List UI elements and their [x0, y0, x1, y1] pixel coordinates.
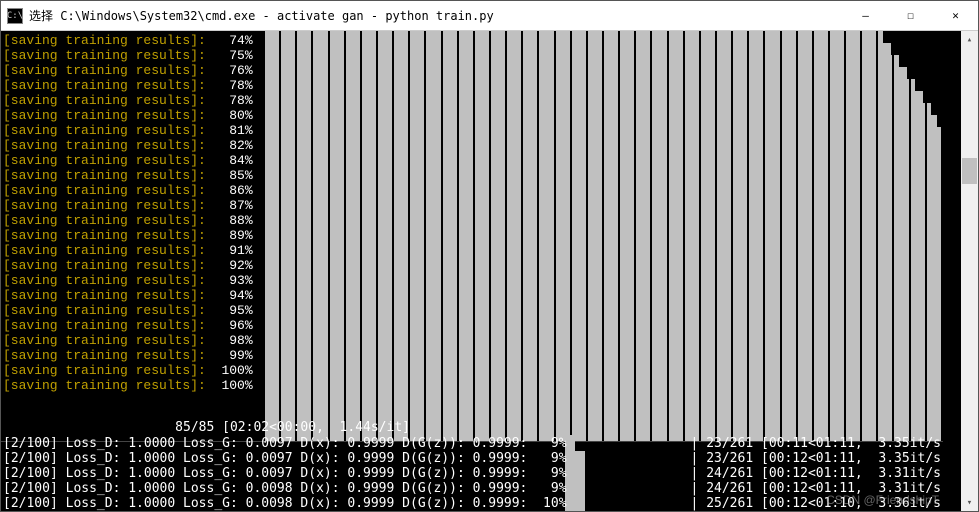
progress-stripe [620, 31, 636, 441]
progress-stripe [297, 31, 313, 441]
progress-stripe [556, 31, 572, 441]
progress-stripe [878, 31, 894, 441]
progress-stripe [701, 31, 717, 441]
progress-stripe [281, 31, 297, 441]
progress-stripe [636, 31, 652, 441]
saving-line: [saving training results]: [3, 198, 206, 213]
progress-stripe [733, 31, 749, 441]
step-cutout [899, 55, 943, 67]
progress-stripe [830, 31, 846, 441]
window-controls: — ☐ ✕ [843, 1, 978, 30]
saving-line: [saving training results]: [3, 183, 206, 198]
progress-stripe [362, 31, 378, 441]
saving-line: [saving training results]: [3, 378, 206, 393]
saving-line: [saving training results]: [3, 348, 206, 363]
progress-stripe [572, 31, 588, 441]
cmd-window: C:\ 选择 C:\Windows\System32\cmd.exe - act… [0, 0, 979, 512]
saving-line: [saving training results]: [3, 273, 206, 288]
mini-progress-block [575, 451, 585, 511]
saving-line: [saving training results]: [3, 303, 206, 318]
step-cutout [937, 115, 943, 127]
progress-stripe [330, 31, 346, 441]
loss-output-left: [2/100] Loss_D: 1.0000 Loss_G: 0.0097 D(… [3, 436, 567, 511]
progress-stripe [652, 31, 668, 441]
saving-line: [saving training results]: [3, 63, 206, 78]
progress-stripe [749, 31, 765, 441]
cmd-icon: C:\ [7, 8, 23, 24]
loss-output-right: | 23/261 [00:11<01:11, 3.35it/s | 23/261… [691, 436, 941, 511]
progress-stripe [862, 31, 878, 441]
progress-stripe [426, 31, 442, 441]
title-bar[interactable]: C:\ 选择 C:\Windows\System32\cmd.exe - act… [1, 1, 978, 31]
saving-line: [saving training results]: [3, 363, 206, 378]
vertical-scrollbar[interactable]: ▴ ▾ [961, 31, 978, 511]
step-cutout [891, 43, 943, 55]
progress-stripe [459, 31, 475, 441]
step-cutout [883, 31, 943, 43]
scroll-track[interactable] [961, 48, 978, 494]
progress-stripe [798, 31, 814, 441]
progress-stripe [265, 31, 281, 441]
saving-line: [saving training results]: [3, 138, 206, 153]
scroll-up-icon[interactable]: ▴ [961, 31, 978, 48]
saving-line: [saving training results]: [3, 168, 206, 183]
saving-line: [saving training results]: [3, 93, 206, 108]
saving-line: [saving training results]: [3, 228, 206, 243]
saving-line: [saving training results]: [3, 33, 206, 48]
progress-stripe [507, 31, 523, 441]
progress-stripe [588, 31, 604, 441]
progress-block [265, 31, 943, 441]
saving-line: [saving training results]: [3, 123, 206, 138]
progress-stripe [313, 31, 329, 441]
step-cutout [931, 103, 943, 115]
progress-stripe [523, 31, 539, 441]
scroll-thumb[interactable] [962, 158, 977, 184]
saving-line: [saving training results]: [3, 78, 206, 93]
saving-line: [saving training results]: [3, 318, 206, 333]
scroll-down-icon[interactable]: ▾ [961, 494, 978, 511]
progress-stripe [410, 31, 426, 441]
close-button[interactable]: ✕ [933, 1, 978, 30]
client-area: [saving training results]: 74% [saving t… [1, 31, 978, 511]
saving-line: [saving training results]: [3, 333, 206, 348]
iter-status: 85/85 [02:02<00:00, 1.44s/it] [3, 420, 410, 435]
saving-line: [saving training results]: [3, 258, 206, 273]
progress-stripe [685, 31, 701, 441]
saving-line: [saving training results]: [3, 243, 206, 258]
progress-stripe [346, 31, 362, 441]
saving-line: [saving training results]: [3, 288, 206, 303]
progress-stripe [475, 31, 491, 441]
progress-stripe [394, 31, 410, 441]
progress-stripe [669, 31, 685, 441]
minimize-button[interactable]: — [843, 1, 888, 30]
progress-stripe [894, 31, 910, 441]
saving-line: [saving training results]: [3, 48, 206, 63]
progress-stripe [717, 31, 733, 441]
progress-stripe [443, 31, 459, 441]
progress-stripe [814, 31, 830, 441]
progress-stripe [378, 31, 394, 441]
terminal-output[interactable]: [saving training results]: 74% [saving t… [1, 31, 961, 511]
step-cutout [915, 79, 943, 91]
step-cutout [923, 91, 943, 103]
progress-stripe [539, 31, 555, 441]
progress-stripe [765, 31, 781, 441]
progress-stripe [604, 31, 620, 441]
saving-line: [saving training results]: [3, 213, 206, 228]
saving-line: [saving training results]: [3, 108, 206, 123]
progress-stripe [846, 31, 862, 441]
saving-line: [saving training results]: [3, 153, 206, 168]
maximize-button[interactable]: ☐ [888, 1, 933, 30]
progress-stripe [782, 31, 798, 441]
step-cutout [907, 67, 943, 79]
saving-lines: [saving training results]: 74% [saving t… [3, 33, 253, 393]
window-title: 选择 C:\Windows\System32\cmd.exe - activat… [29, 7, 843, 24]
progress-stripe [491, 31, 507, 441]
